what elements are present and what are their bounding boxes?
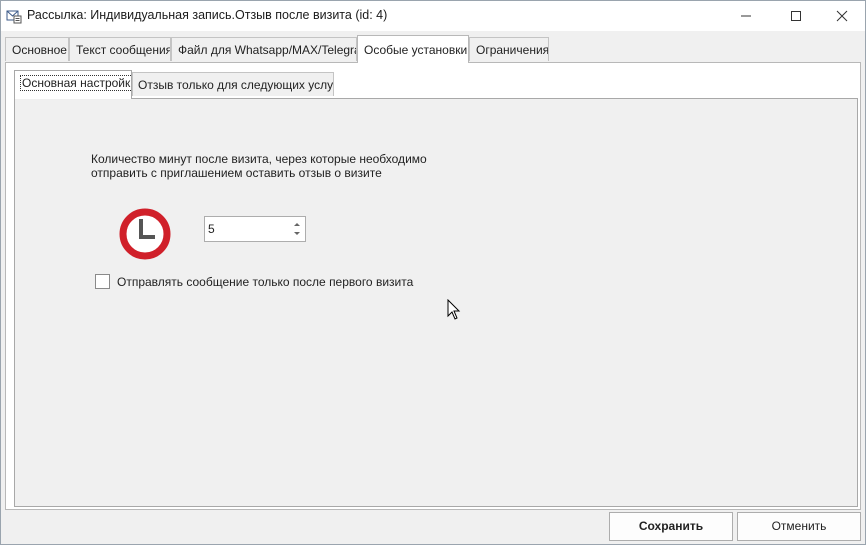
tab-message-text[interactable]: Текст сообщения	[69, 37, 171, 61]
tab-special-settings[interactable]: Особые установки	[357, 35, 469, 63]
subtab-review-for-services[interactable]: Отзыв только для следующих услуг	[132, 72, 334, 96]
basic-settings-content: Количество минут после визита, через кот…	[14, 98, 858, 507]
tab-messenger-file[interactable]: Файл для Whatsapp/MAX/Telegram	[171, 37, 357, 61]
spin-buttons	[291, 219, 303, 239]
minutes-description-line2: отправить с приглашением оставить отзыв …	[91, 166, 382, 180]
first-visit-only-label[interactable]: Отправлять сообщение только после первог…	[117, 275, 413, 289]
tab-restrictions[interactable]: Ограничения	[469, 37, 549, 61]
subtab-basic-settings-label: Основная настройка	[20, 75, 131, 91]
tab-main[interactable]: Основное	[5, 37, 69, 61]
mouse-cursor-icon	[447, 299, 461, 320]
subtab-basic-settings[interactable]: Основная настройка	[14, 70, 132, 99]
save-button[interactable]: Сохранить	[609, 512, 733, 541]
minutes-spin-input[interactable]: 5	[204, 216, 306, 242]
window-title: Рассылка: Индивидуальная запись.Отзыв по…	[27, 8, 388, 22]
cancel-button[interactable]: Отменить	[737, 512, 861, 541]
minimize-button[interactable]	[723, 1, 769, 31]
minimize-icon	[741, 15, 751, 17]
maximize-icon	[791, 11, 801, 21]
minutes-description: Количество минут после визита, через кот…	[91, 152, 427, 180]
dialog-window: Рассылка: Индивидуальная запись.Отзыв по…	[0, 0, 866, 545]
close-icon	[836, 10, 848, 22]
close-button[interactable]	[819, 1, 865, 31]
title-bar[interactable]: Рассылка: Индивидуальная запись.Отзыв по…	[1, 1, 865, 31]
first-visit-only-checkbox[interactable]	[95, 274, 110, 289]
special-settings-panel: Основная настройка Отзыв только для след…	[5, 62, 861, 510]
clock-icon	[119, 208, 171, 260]
spin-down-icon[interactable]	[291, 229, 303, 239]
maximize-button[interactable]	[773, 1, 819, 31]
spin-up-icon[interactable]	[291, 219, 303, 229]
app-mail-icon	[6, 10, 22, 24]
minutes-value[interactable]: 5	[208, 222, 215, 236]
minutes-description-line1: Количество минут после визита, через кот…	[91, 152, 427, 166]
